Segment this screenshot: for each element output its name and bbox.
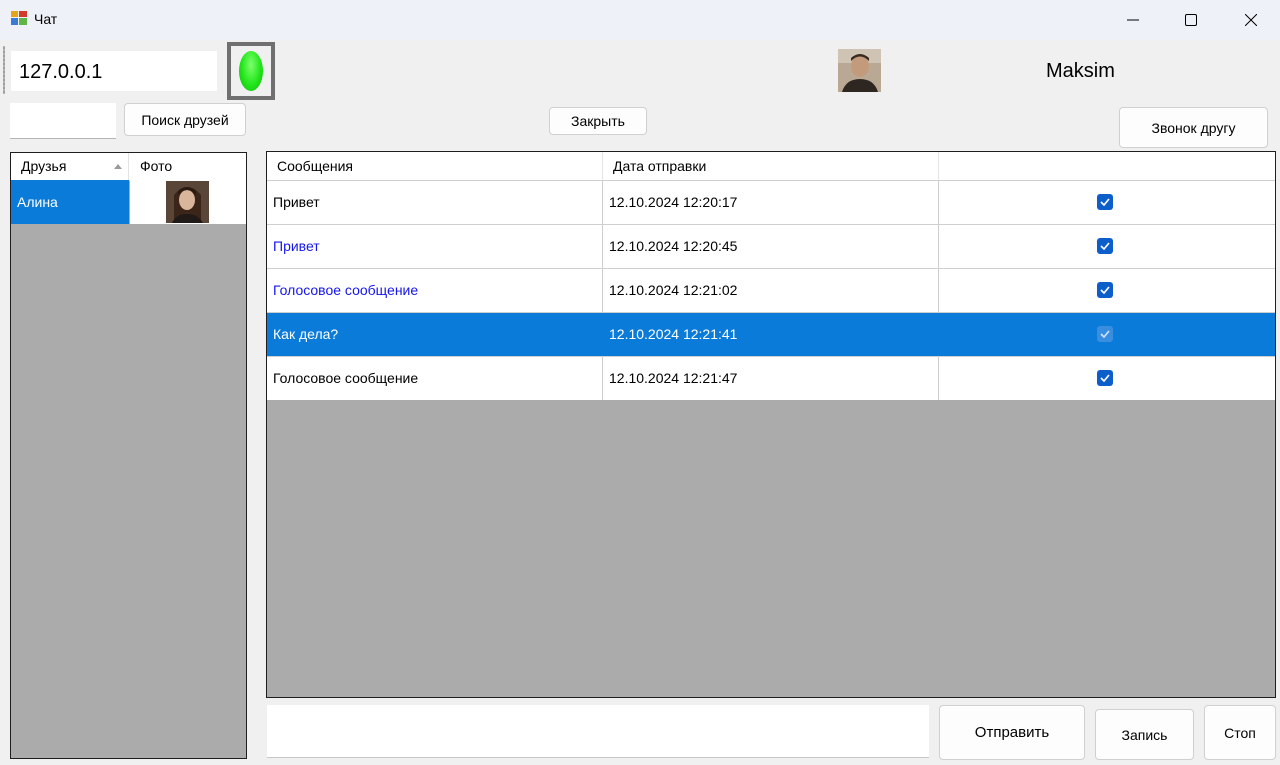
- column-header-date[interactable]: Дата отправки: [603, 152, 939, 180]
- message-row[interactable]: Голосовое сообщение 12.10.2024 12:21:47: [267, 356, 1275, 400]
- title-bar: Чат: [0, 0, 1280, 40]
- message-text[interactable]: Голосовое сообщение: [267, 269, 603, 312]
- toolstrip-grip[interactable]: [3, 46, 5, 94]
- friends-grid[interactable]: Друзья Фото Алина: [10, 152, 247, 759]
- window-title: Чат: [34, 11, 58, 27]
- message-date[interactable]: 12.10.2024 12:21:47: [603, 357, 939, 400]
- record-button[interactable]: Запись: [1095, 709, 1194, 760]
- checkmark-icon: [1100, 330, 1110, 338]
- stop-button[interactable]: Стоп: [1204, 705, 1276, 760]
- delivered-checkbox[interactable]: [1097, 326, 1113, 342]
- minimize-icon: [1127, 14, 1139, 26]
- app-icon: [11, 11, 27, 25]
- delivered-checkbox[interactable]: [1097, 282, 1113, 298]
- username-label: Maksim: [1046, 60, 1115, 82]
- message-date[interactable]: 12.10.2024 12:20:17: [603, 181, 939, 224]
- connection-status-indicator: [227, 42, 275, 100]
- message-date[interactable]: 12.10.2024 12:21:41: [603, 313, 939, 356]
- status-led-icon: [239, 51, 263, 91]
- message-row[interactable]: Привет 12.10.2024 12:20:17: [267, 180, 1275, 224]
- maximize-icon: [1185, 14, 1197, 26]
- column-header-friends[interactable]: Друзья: [11, 153, 129, 180]
- message-row[interactable]: Привет 12.10.2024 12:20:45: [267, 224, 1275, 268]
- delivered-checkbox[interactable]: [1097, 194, 1113, 210]
- checkmark-icon: [1100, 286, 1110, 294]
- checkmark-icon: [1100, 242, 1110, 250]
- friend-row[interactable]: Алина: [11, 180, 246, 224]
- message-date[interactable]: 12.10.2024 12:20:45: [603, 225, 939, 268]
- column-header-status[interactable]: [939, 152, 1275, 180]
- message-date[interactable]: 12.10.2024 12:21:02: [603, 269, 939, 312]
- close-icon: [1245, 14, 1257, 26]
- close-window-button[interactable]: [1222, 0, 1280, 40]
- friend-photo: [166, 181, 209, 223]
- message-row-selected[interactable]: Как дела? 12.10.2024 12:21:41: [267, 312, 1275, 356]
- column-header-photo[interactable]: Фото: [130, 153, 246, 180]
- message-text[interactable]: Привет: [267, 181, 603, 224]
- maximize-button[interactable]: [1162, 0, 1220, 40]
- friends-grid-header: Друзья Фото: [11, 153, 246, 181]
- message-text[interactable]: Как дела?: [267, 313, 603, 356]
- message-row[interactable]: Голосовое сообщение 12.10.2024 12:21:02: [267, 268, 1275, 312]
- user-avatar: [838, 49, 881, 92]
- send-button[interactable]: Отправить: [939, 705, 1085, 760]
- checkmark-icon: [1100, 374, 1110, 382]
- minimize-button[interactable]: [1104, 0, 1162, 40]
- friend-photo-cell[interactable]: [130, 180, 246, 224]
- friend-search-input[interactable]: [10, 103, 116, 139]
- ip-address-field[interactable]: 127.0.0.1: [11, 51, 217, 91]
- messages-grid-header: Сообщения Дата отправки: [267, 152, 1275, 180]
- message-text[interactable]: Голосовое сообщение: [267, 357, 603, 400]
- close-button[interactable]: Закрыть: [549, 107, 647, 135]
- messages-grid[interactable]: Сообщения Дата отправки Привет 12.10.202…: [266, 151, 1276, 698]
- find-friends-button[interactable]: Поиск друзей: [124, 103, 246, 136]
- ip-address-value: 127.0.0.1: [19, 61, 103, 83]
- checkmark-icon: [1100, 198, 1110, 206]
- delivered-checkbox[interactable]: [1097, 238, 1113, 254]
- message-input[interactable]: [267, 705, 929, 758]
- friend-name[interactable]: Алина: [11, 180, 129, 224]
- message-text[interactable]: Привет: [267, 225, 603, 268]
- column-header-messages[interactable]: Сообщения: [267, 152, 603, 180]
- delivered-checkbox[interactable]: [1097, 370, 1113, 386]
- call-friend-button[interactable]: Звонок другу: [1119, 107, 1268, 148]
